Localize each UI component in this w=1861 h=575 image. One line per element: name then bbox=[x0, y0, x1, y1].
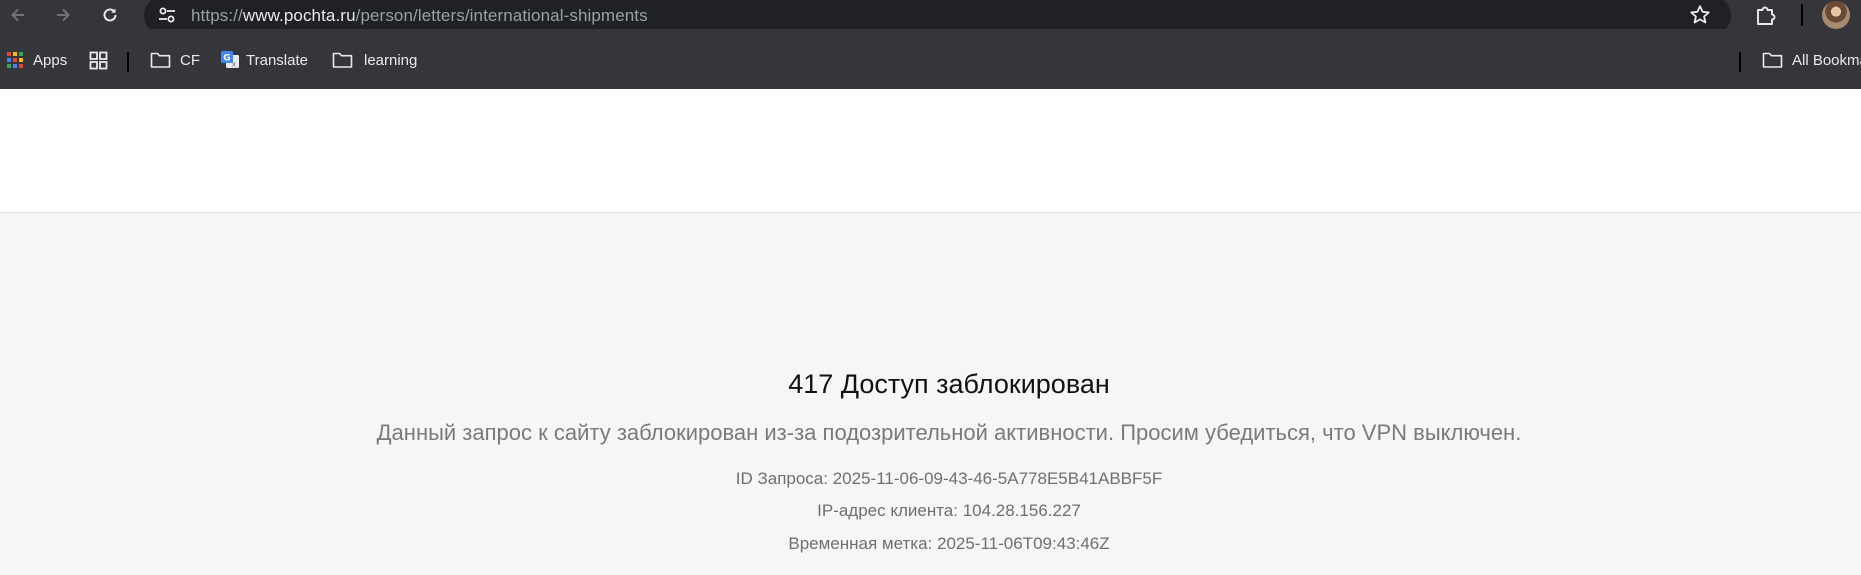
bookmark-learning-label: learning bbox=[364, 51, 418, 69]
folder-icon bbox=[332, 52, 353, 68]
bookmarks-divider bbox=[127, 52, 129, 72]
error-message: Данный запрос к сайту заблокирован из-за… bbox=[376, 420, 1522, 445]
reload-button[interactable] bbox=[96, 2, 124, 28]
url-text[interactable]: https://www.pochta.ru/person/letters/int… bbox=[191, 6, 648, 26]
folder-icon bbox=[150, 52, 171, 68]
google-translate-icon: G x bbox=[221, 51, 239, 69]
bookmarks-bar: Apps CF G x Translate learning All Bookm bbox=[0, 29, 1861, 89]
all-bookmarks-label: All Bookmarks bbox=[1792, 51, 1861, 69]
bookmark-translate[interactable]: G x Translate bbox=[220, 49, 308, 71]
url-path: /person/letters/international-shipments bbox=[355, 6, 648, 25]
forward-button[interactable] bbox=[49, 2, 77, 28]
svg-text:x: x bbox=[232, 61, 236, 69]
client-ip: IP-адрес клиента: 104.28.156.227 bbox=[817, 501, 1081, 520]
bookmark-apps[interactable]: Apps bbox=[6, 49, 67, 71]
profile-avatar[interactable] bbox=[1822, 1, 1850, 29]
toolbar-divider bbox=[1801, 4, 1803, 26]
bookmark-cf-label: CF bbox=[180, 51, 200, 69]
arrow-right-icon bbox=[57, 8, 70, 22]
error-title: 417 Доступ заблокирован bbox=[788, 369, 1110, 399]
extensions-icon[interactable] bbox=[1753, 2, 1779, 28]
arrow-left-icon bbox=[11, 8, 24, 22]
browser-toolbar: https://www.pochta.ru/person/letters/int… bbox=[0, 0, 1861, 35]
bookmarks-divider bbox=[1739, 52, 1741, 72]
bookmark-learning[interactable]: learning bbox=[332, 49, 417, 71]
apps-grid-icon bbox=[7, 52, 23, 68]
folder-icon bbox=[1762, 52, 1783, 68]
bookmark-star-icon[interactable] bbox=[1688, 3, 1712, 27]
url-scheme: https:// bbox=[191, 6, 243, 25]
all-bookmarks-button[interactable]: All Bookmarks bbox=[1762, 49, 1861, 71]
timestamp: Временная метка: 2025-11-06T09:43:46Z bbox=[788, 534, 1110, 553]
tab-groups-button[interactable] bbox=[89, 49, 108, 71]
bookmark-translate-label: Translate bbox=[246, 51, 308, 69]
request-id: ID Запроса: 2025-11-06-09-43-46-5A778E5B… bbox=[735, 469, 1163, 488]
error-content: 417 Доступ заблокирован Данный запрос к … bbox=[0, 214, 1861, 575]
site-info-icon[interactable] bbox=[156, 4, 178, 26]
url-host: www.pochta.ru bbox=[242, 6, 356, 25]
page-header bbox=[0, 89, 1861, 213]
svg-text:G: G bbox=[223, 54, 230, 64]
reload-icon bbox=[103, 8, 117, 22]
bookmark-cf[interactable]: CF bbox=[150, 49, 200, 71]
bookmark-apps-label: Apps bbox=[33, 51, 68, 69]
back-button[interactable] bbox=[4, 2, 32, 28]
tab-groups-icon bbox=[89, 51, 108, 69]
